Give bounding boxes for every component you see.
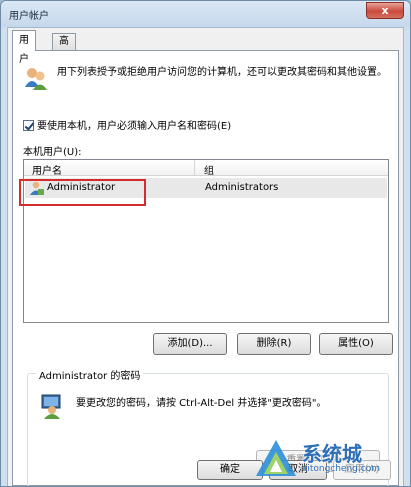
require-login-row[interactable]: 要使用本机，用户必须输入用户名和密码(E) bbox=[23, 117, 231, 132]
window-title: 用户帐户 bbox=[9, 11, 49, 22]
users-list[interactable]: 用户名 组 Administrator Administrators bbox=[23, 159, 389, 323]
row-group: Administrators bbox=[205, 182, 279, 193]
password-instructions: 要更改您的密码，请按 Ctrl-Alt-Del 并选择"更改密码"。 bbox=[76, 398, 327, 409]
tab-advanced[interactable]: 高级 bbox=[52, 33, 76, 62]
column-header-group[interactable]: 组 bbox=[204, 162, 214, 177]
users-tab-panel: 用下列表授予或拒绝用户访问您的计算机，还可以更改其密码和其他设置。 要使用本机，… bbox=[12, 50, 399, 486]
add-user-button[interactable]: 添加(D)... bbox=[153, 333, 227, 355]
password-group-title: Administrator 的密码 bbox=[36, 367, 144, 382]
require-login-label: 要使用本机，用户必须输入用户名和密码(E) bbox=[37, 121, 232, 132]
user-password-icon bbox=[41, 394, 61, 419]
require-login-checkbox[interactable] bbox=[23, 120, 34, 131]
user-accounts-window: 用户帐户 x 用户 高级 用下列表授予或拒绝用户访问您的计算机，还可以更改其密码… bbox=[0, 0, 411, 487]
ok-button[interactable]: 确定 bbox=[197, 460, 263, 480]
properties-button[interactable]: 属性(O) bbox=[319, 333, 393, 355]
remove-user-button[interactable]: 删除(R) bbox=[237, 333, 311, 355]
close-button[interactable]: x bbox=[366, 2, 404, 19]
user-icon bbox=[30, 181, 44, 195]
apply-button[interactable]: 应用(A) bbox=[333, 460, 391, 480]
list-header: 用户名 组 bbox=[24, 160, 388, 177]
cancel-button[interactable]: 取消 bbox=[269, 460, 327, 480]
dialog-body: 用户 高级 用下列表授予或拒绝用户访问您的计算机，还可以更改其密码和其他设置。 … bbox=[7, 27, 404, 486]
tab-users[interactable]: 用户 bbox=[12, 30, 36, 65]
row-username: Administrator bbox=[47, 182, 116, 193]
column-divider[interactable] bbox=[194, 160, 195, 176]
local-users-label: 本机用户(U): bbox=[23, 147, 82, 158]
table-row[interactable]: Administrator Administrators bbox=[25, 178, 387, 198]
column-header-username[interactable]: 用户名 bbox=[32, 162, 62, 177]
description-text: 用下列表授予或拒绝用户访问您的计算机，还可以更改其密码和其他设置。 bbox=[57, 67, 387, 78]
title-bar[interactable]: 用户帐户 x bbox=[1, 1, 410, 27]
